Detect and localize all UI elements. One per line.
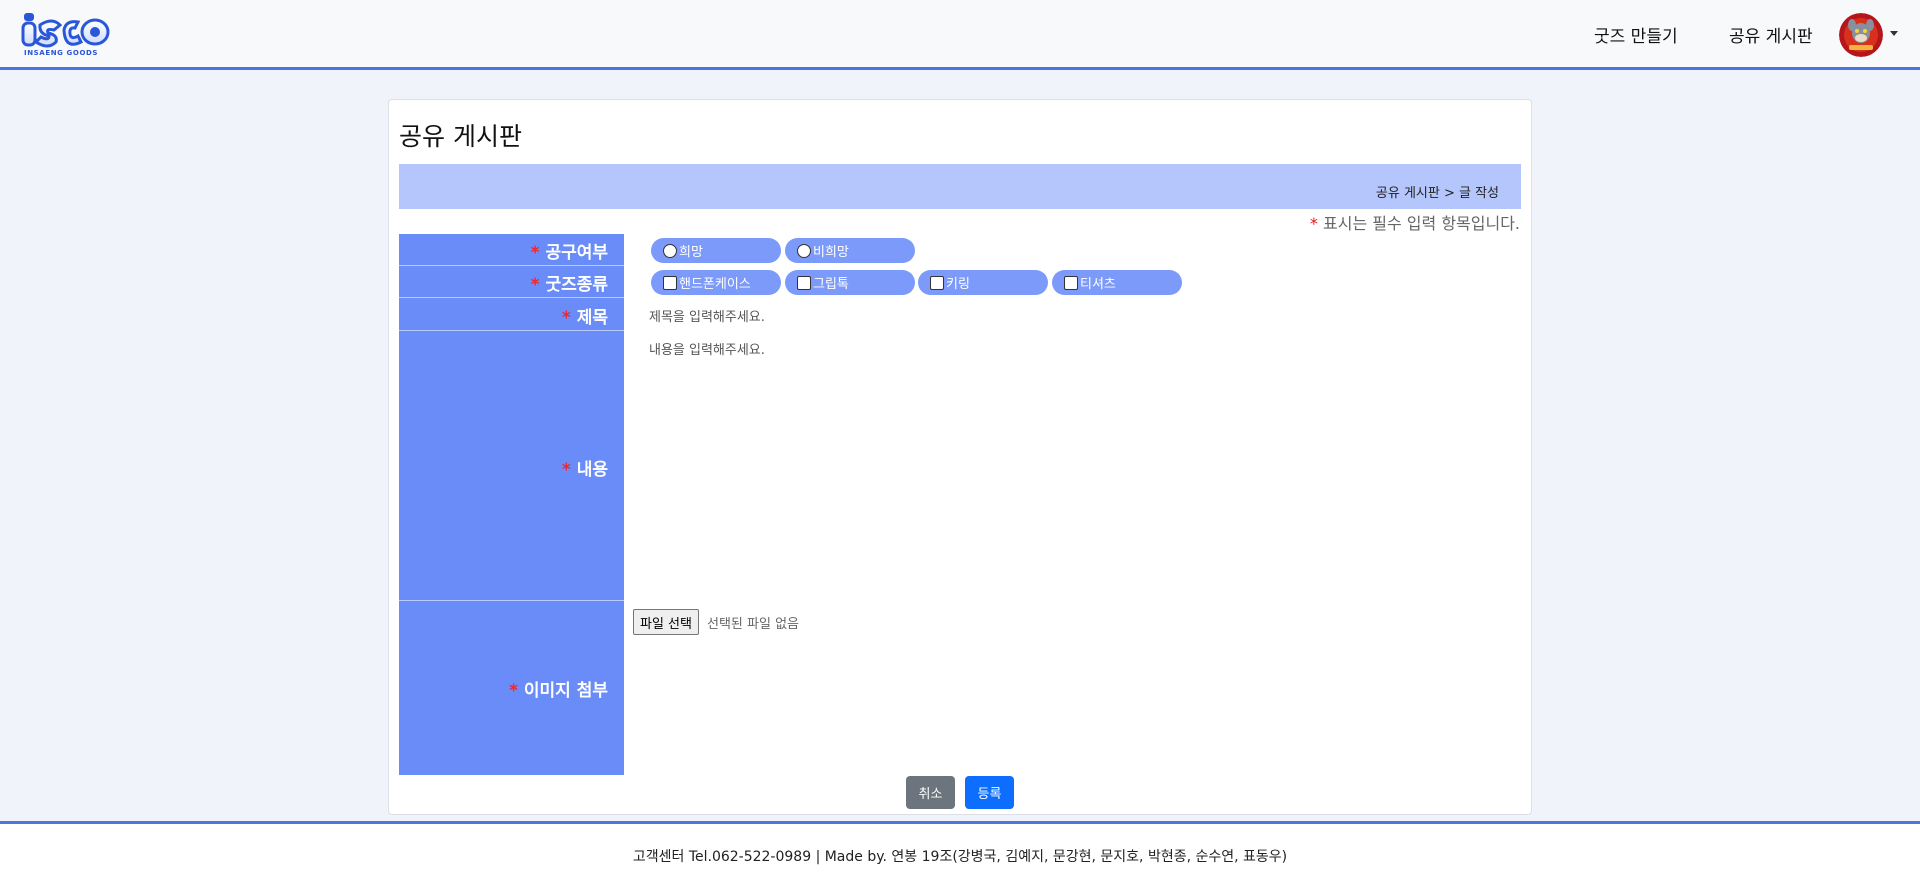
label-image: * 이미지 첨부 <box>399 601 624 775</box>
required-star: * <box>509 681 518 701</box>
user-avatar-icon <box>1839 13 1883 57</box>
submit-button[interactable]: 등록 <box>965 776 1014 809</box>
label-title: * 제목 <box>399 298 624 331</box>
checkbox-icon <box>1064 275 1078 290</box>
file-status-text: 선택된 파일 없음 <box>707 617 799 632</box>
label-content: * 내용 <box>399 331 624 601</box>
nav-share-board[interactable]: 공유 게시판 <box>1729 22 1813 47</box>
label-gonggu: * 공구여부 <box>399 234 624 266</box>
file-select-button[interactable]: 파일 선택 <box>633 609 699 635</box>
logo-subtitle: INSAENG GOODS <box>24 49 99 57</box>
top-navbar: INSAENG GOODS 굿즈 만들기 공유 게시판 <box>0 0 1920 70</box>
required-note-text: 표시는 필수 입력 항목입니다. <box>1323 214 1520 233</box>
label-title-text: * 제목 <box>562 303 608 328</box>
nav-make-goods[interactable]: 굿즈 만들기 <box>1594 22 1678 47</box>
checkbox-label: 핸드폰케이스 <box>679 277 751 292</box>
label-image-name: 이미지 첨부 <box>523 681 608 701</box>
radio-label: 희망 <box>679 245 703 260</box>
footer-text: 고객센터 Tel.062-522-0989 | Made by. 연봉 19조(… <box>632 849 1288 865</box>
checkbox-griptok[interactable]: 그립톡 <box>785 270 915 295</box>
label-gonggu-name: 공구여부 <box>545 243 608 263</box>
user-avatar[interactable] <box>1839 13 1883 57</box>
required-star: * <box>561 308 571 328</box>
required-note: * 표시는 필수 입력 항목입니다. <box>1310 210 1520 234</box>
radio-gonggu-no-hope[interactable]: 비희망 <box>785 238 915 263</box>
breadcrumb-bar: 공유 게시판 > 글 작성 <box>399 164 1521 209</box>
required-star: * <box>530 243 540 263</box>
content-textarea[interactable] <box>636 332 1521 600</box>
chevron-down-icon[interactable] <box>1890 31 1898 36</box>
footer: 고객센터 Tel.062-522-0989 | Made by. 연봉 19조(… <box>0 821 1920 880</box>
checkbox-label: 키링 <box>946 277 970 292</box>
label-content-text: * 내용 <box>562 455 608 480</box>
checkbox-icon <box>663 275 677 290</box>
label-title-name: 제목 <box>576 308 608 328</box>
cancel-button[interactable]: 취소 <box>906 776 955 809</box>
required-star: * <box>561 460 571 480</box>
required-star: * <box>1309 214 1318 233</box>
label-goods-type-text: * 굿즈종류 <box>531 270 608 295</box>
checkbox-label: 그립톡 <box>813 277 849 292</box>
checkbox-phone-case[interactable]: 핸드폰케이스 <box>651 270 781 295</box>
label-image-text: * 이미지 첨부 <box>509 676 608 701</box>
label-content-name: 내용 <box>576 460 608 480</box>
checkbox-icon <box>930 275 944 290</box>
checkbox-tshirt[interactable]: 티셔츠 <box>1052 270 1182 295</box>
label-gonggu-text: * 공구여부 <box>531 238 608 263</box>
logo-icon <box>21 13 110 48</box>
checkbox-keyring[interactable]: 키링 <box>918 270 1048 295</box>
radio-label: 비희망 <box>813 245 849 260</box>
label-goods-type: * 굿즈종류 <box>399 266 624 298</box>
required-star: * <box>530 275 540 295</box>
radio-icon <box>797 243 811 258</box>
title-input[interactable]: 제목을 입력해주세요. <box>649 306 765 325</box>
radio-gonggu-hope[interactable]: 희망 <box>651 238 781 263</box>
checkbox-label: 티셔츠 <box>1080 277 1116 292</box>
page-title: 공유 게시판 <box>399 122 522 151</box>
breadcrumb: 공유 게시판 > 글 작성 <box>1375 186 1499 201</box>
content-placeholder: 내용을 입력해주세요. <box>649 343 765 358</box>
checkbox-icon <box>797 275 811 290</box>
label-goods-type-name: 굿즈종류 <box>545 275 608 295</box>
radio-icon <box>663 243 677 258</box>
